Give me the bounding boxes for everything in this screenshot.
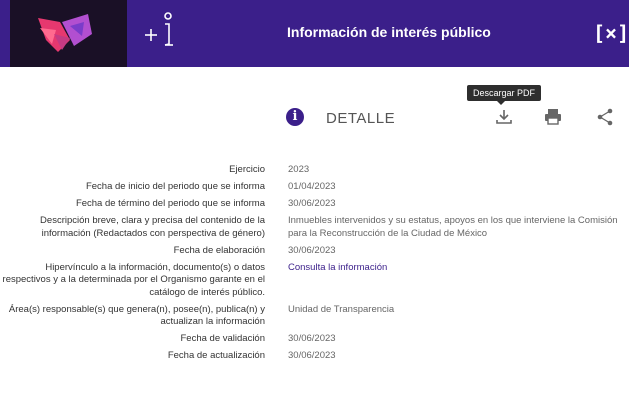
detail-row: Descripción breve, clara y precisa del c… — [0, 215, 629, 240]
download-icon — [496, 110, 512, 124]
detail-label: Ejercicio — [229, 164, 265, 175]
info-icon: i — [286, 108, 304, 126]
print-icon — [545, 109, 561, 125]
detail-label: Fecha de actualización — [167, 350, 265, 361]
detail-value: 30/06/2023 — [288, 198, 336, 209]
detail-label: Área(s) responsable(s) que genera(n), po… — [8, 303, 265, 328]
detail-label: Hipervínculo a la información, documento… — [2, 261, 265, 298]
download-button[interactable] — [494, 107, 514, 127]
logo — [10, 0, 127, 67]
detail-value: Inmuebles intervenidos y su estatus, apo… — [288, 215, 618, 239]
detail-row: Fecha de inicio del periodo que se infor… — [0, 181, 629, 194]
detail-value: 30/06/2023 — [288, 350, 336, 361]
detail-label: Fecha de validación — [180, 333, 266, 344]
share-icon — [597, 108, 613, 126]
plus-info-icon[interactable] — [143, 10, 183, 50]
close-button[interactable]: [×] — [593, 20, 629, 47]
detail-value: Unidad de Transparencia — [288, 303, 395, 315]
logo-graphic — [38, 14, 92, 52]
print-button[interactable] — [543, 107, 563, 127]
detail-row: Fecha de actualización 30/06/2023 — [0, 350, 629, 363]
detail-value: 30/06/2023 — [288, 333, 336, 344]
download-tooltip: Descargar PDF — [467, 85, 542, 105]
share-button[interactable] — [595, 107, 615, 127]
detail-list: Ejercicio 2023 Fecha de inicio del perio… — [0, 164, 629, 367]
detail-value: 01/04/2023 — [288, 181, 336, 192]
detail-row: Área(s) responsable(s) que genera(n), po… — [0, 304, 629, 329]
detail-row: Hipervínculo a la información, documento… — [0, 262, 629, 300]
detail-row: Fecha de término del periodo que se info… — [0, 198, 629, 211]
detail-row: Fecha de elaboración 30/06/2023 — [0, 245, 629, 258]
page-title: Información de interés público — [287, 24, 491, 40]
detail-label: Fecha de término del periodo que se info… — [75, 198, 265, 209]
section-title: DETALLE — [326, 110, 396, 127]
detail-label: Descripción breve, clara y precisa del c… — [40, 215, 265, 239]
detail-value: 30/06/2023 — [288, 244, 336, 256]
detail-label: Fecha de inicio del periodo que se infor… — [85, 181, 265, 192]
detail-row: Fecha de validación 30/06/2023 — [0, 333, 629, 346]
detail-row: Ejercicio 2023 — [0, 164, 629, 177]
detail-label: Fecha de elaboración — [173, 244, 265, 256]
detail-value: 2023 — [288, 164, 310, 175]
info-link[interactable]: Consulta la información — [288, 262, 618, 300]
header-bar: Información de interés público [×] — [0, 0, 629, 67]
